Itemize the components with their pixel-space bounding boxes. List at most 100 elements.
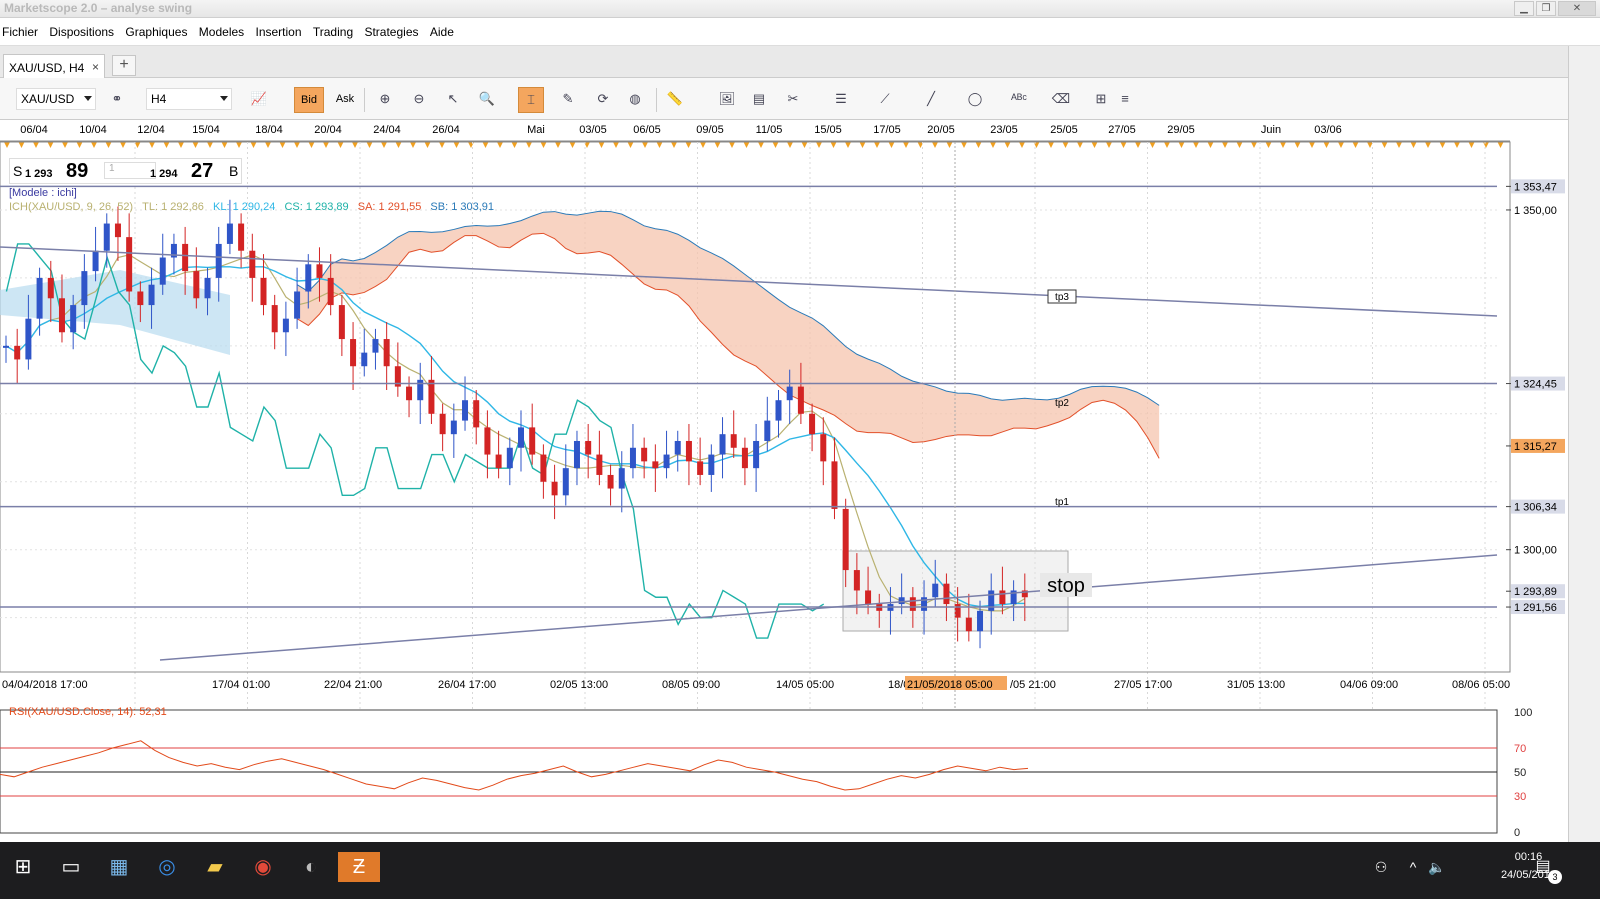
candle-body	[294, 291, 301, 319]
candle-body	[562, 468, 569, 496]
chart-toolbar: XAU/USD ⚭ H4 📈 Bid Ask ⊕ ⊖ ↖ 🔍 ⌶ ✎ ⟳ ◍ 📏…	[0, 78, 1600, 120]
timeframe-select[interactable]: H4	[146, 88, 232, 110]
candle-body	[607, 474, 614, 489]
buy-suffix: B	[229, 163, 239, 179]
candle-body	[999, 590, 1006, 605]
image-icon[interactable]: 🖼	[714, 87, 740, 113]
candle-body	[719, 434, 726, 455]
candle-body	[518, 427, 524, 448]
menu-aide[interactable]: Aide	[428, 18, 460, 39]
amount-input[interactable]: 1	[104, 162, 156, 179]
more-options-icon[interactable]: ≡	[1116, 87, 1134, 113]
rsi-axis-label: 100	[1514, 707, 1532, 719]
stop-text: stop	[1047, 575, 1085, 597]
top-date-label: Mai	[527, 124, 545, 136]
chart-tab[interactable]: XAU/USD, H4 ×	[3, 54, 105, 78]
candle-body	[484, 427, 491, 455]
tools-icon[interactable]: ✂	[780, 87, 806, 113]
text-tool-icon[interactable]: ᴬᴮᶜ	[1006, 87, 1032, 113]
maximize-button[interactable]: ❐	[1536, 1, 1556, 16]
price-chart[interactable]: 06/04 10/04 12/04 15/04 18/04 20/04 24/04 26/04…	[0, 120, 1568, 840]
candle-body	[439, 413, 446, 435]
candle-body	[641, 447, 648, 462]
cursor-icon[interactable]: ↖	[440, 87, 466, 113]
chrome-icon[interactable]: ◉	[248, 852, 278, 882]
close-button[interactable]: ✕	[1558, 1, 1596, 16]
bottom-date-label: 04/06 09:00	[1340, 679, 1398, 691]
top-date-label: 03/06	[1314, 124, 1342, 136]
link-icon[interactable]: ⚭	[104, 87, 130, 113]
volume-icon[interactable]: 🔈	[1422, 852, 1452, 882]
refresh-icon[interactable]: ⟳	[590, 87, 616, 113]
buy-price-big: 27	[191, 160, 214, 182]
chart-type-icon[interactable]: 📈	[246, 87, 272, 113]
marketscope-icon[interactable]: Ƶ	[338, 852, 380, 882]
bid-button[interactable]: Bid	[294, 87, 324, 113]
crosshair-icon[interactable]: ⌶	[518, 87, 544, 113]
globe-icon[interactable]: ◍	[622, 87, 648, 113]
quote-box[interactable]: S 1 293 89 1 1 294 27 B	[9, 158, 242, 184]
minimize-button[interactable]: ▁	[1514, 1, 1534, 16]
candle-body	[506, 447, 513, 469]
add-tab-button[interactable]: +	[112, 55, 136, 76]
top-date-label: 24/04	[373, 124, 401, 136]
chart-area[interactable]: 06/04 10/04 12/04 15/04 18/04 20/04 24/04 26/04…	[0, 120, 1568, 840]
ellipse-icon[interactable]: ◯	[962, 87, 988, 113]
indicator-icon[interactable]: ▤	[746, 87, 772, 113]
people-icon[interactable]: ⚇	[1366, 852, 1396, 882]
tp1-label[interactable]: tp1	[1055, 497, 1069, 508]
store-icon[interactable]: ▦	[104, 852, 134, 882]
model-label: [Modele : ichi]	[9, 187, 77, 199]
menu-fichier[interactable]: Fichier	[0, 18, 44, 39]
sell-price-big: 89	[66, 160, 89, 182]
right-panel-scrollbar[interactable]	[1568, 46, 1600, 842]
menu-modeles[interactable]: Modeles	[197, 18, 250, 39]
candle-body	[898, 597, 905, 605]
candle-body	[249, 250, 256, 278]
fib-icon[interactable]: ⟋	[872, 87, 898, 113]
ask-button[interactable]: Ask	[330, 87, 360, 113]
zoom-out-icon[interactable]: ⊖	[406, 87, 432, 113]
menu-insertion[interactable]: Insertion	[254, 18, 308, 39]
zoom-in-icon[interactable]: ⊕	[372, 87, 398, 113]
candle-body	[730, 434, 737, 448]
hierarchy-icon[interactable]: ⊞	[1088, 87, 1114, 113]
start-icon[interactable]: ⊞	[8, 852, 38, 882]
candle-body	[585, 440, 592, 455]
zoom-area-icon[interactable]: 🔍	[474, 87, 500, 113]
menu-dispositions[interactable]: Dispositions	[47, 18, 120, 39]
candle-body	[25, 318, 32, 360]
menu-graphiques[interactable]: Graphiques	[123, 18, 193, 39]
candle-body	[114, 223, 121, 238]
price-label: 1 306,34	[1514, 502, 1557, 514]
candle-body	[3, 345, 9, 348]
toolbar-separator	[364, 88, 365, 112]
title-bar: Marketscope 2.0 – analyse swing ▁ ❐ ✕	[0, 0, 1600, 18]
candle-body	[350, 339, 357, 367]
close-tab-icon[interactable]: ×	[92, 60, 99, 74]
candle-body	[652, 461, 659, 469]
lines-icon[interactable]: ☰	[828, 87, 854, 113]
candle-body	[697, 461, 704, 475]
trendline-icon[interactable]: ╱	[918, 87, 944, 113]
stop-label[interactable]: stop	[1040, 573, 1092, 597]
menu-strategies[interactable]: Strategies	[362, 18, 424, 39]
candle-body	[450, 420, 457, 435]
candle-body	[708, 454, 715, 475]
file-explorer-icon[interactable]: ▰	[200, 852, 230, 882]
task-view-icon[interactable]: ▭	[56, 852, 86, 882]
browser-icon[interactable]: ◎	[152, 852, 182, 882]
ruler-icon[interactable]: 📏	[662, 87, 688, 113]
eraser-icon[interactable]: ⌫	[1048, 87, 1074, 113]
tp2-label[interactable]: tp2	[1055, 398, 1069, 409]
app-icon[interactable]: ◐	[296, 852, 326, 882]
instrument-value: XAU/USD	[21, 92, 75, 106]
instrument-select[interactable]: XAU/USD	[16, 88, 96, 110]
marker-icon[interactable]: ✎	[555, 87, 581, 113]
windows-taskbar: ⊞ ▭ ▦ ◎ ▰ ◉ ◐ Ƶ ⚇ ^ 🔈 00:16 24/05/2018 ▤…	[0, 842, 1600, 899]
menu-trading[interactable]: Trading	[311, 18, 359, 39]
bottom-date-label: 14/05 05:00	[776, 679, 834, 691]
tp3-label[interactable]: tp3	[1047, 289, 1077, 304]
rsi-legend: RSI(XAU/USD.Close, 14): 52,31	[9, 706, 167, 718]
candle-body	[182, 243, 189, 272]
